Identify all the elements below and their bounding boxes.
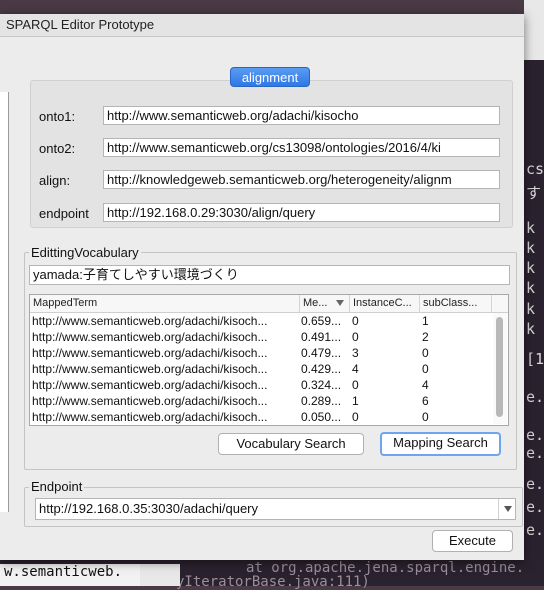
column-header-instancecount[interactable]: InstanceC...: [350, 295, 420, 312]
alignment-endpoint-label: endpoint: [39, 206, 89, 221]
table-cell: 0.289...: [301, 394, 342, 408]
background-window-top: [524, 0, 544, 60]
align-field[interactable]: http://knowledgeweb.semanticweb.org/hete…: [103, 170, 500, 189]
table-cell: 2: [422, 330, 429, 344]
table-cell: 0: [352, 378, 359, 392]
table-cell: 4: [352, 362, 359, 376]
table-cell: 0.659...: [301, 314, 342, 328]
onto1-field[interactable]: http://www.semanticweb.org/adachi/kisoch…: [103, 106, 500, 125]
background-terminal-line: k: [526, 320, 536, 338]
endpoint-group-title: Endpoint: [29, 479, 85, 494]
background-terminal-line: cs: [526, 160, 544, 178]
table-cell: 0: [422, 410, 429, 424]
table-cell: 1: [422, 314, 429, 328]
table-cell: 0.491...: [301, 330, 342, 344]
table-scrollbar-thumb[interactable]: [496, 317, 503, 417]
chevron-down-icon[interactable]: [504, 506, 512, 512]
background-terminal-line: k: [526, 239, 536, 257]
table-cell: 0.479...: [301, 346, 342, 360]
mapping-search-button[interactable]: Mapping Search: [380, 432, 501, 456]
align-label: align:: [39, 173, 71, 188]
column-header-subclass[interactable]: subClass...: [420, 295, 492, 312]
background-terminal-line: e.: [526, 444, 544, 462]
table-cell: 4: [422, 378, 429, 392]
table-row[interactable]: http://www.semanticweb.org/adachi/kisoch…: [30, 313, 492, 329]
mapped-terms-table: MappedTerm Me... InstanceC... subClass..…: [29, 294, 509, 426]
execute-button[interactable]: Execute: [432, 530, 513, 552]
table-cell: 0.050...: [301, 410, 342, 424]
table-header: MappedTerm Me... InstanceC... subClass..…: [30, 295, 508, 313]
background-terminal-line: e.: [526, 498, 544, 516]
table-cell: 0: [422, 346, 429, 360]
background-terminal-line: e.: [526, 521, 544, 539]
onto2-field[interactable]: http://www.semanticweb.org/cs13098/ontol…: [103, 138, 500, 157]
table-cell: 0: [352, 410, 359, 424]
onto1-label: onto1:: [39, 109, 76, 124]
table-row[interactable]: http://www.semanticweb.org/adachi/kisoch…: [30, 329, 492, 345]
table-cell: 3: [352, 346, 359, 360]
background-terminal-line: k: [526, 259, 536, 277]
table-cell: http://www.semanticweb.org/adachi/kisoch…: [32, 378, 268, 392]
sort-descending-icon: [336, 300, 344, 306]
title-bar[interactable]: SPARQL Editor Prototype: [0, 14, 524, 37]
background-terminal-line: e.: [526, 388, 544, 406]
background-terminal-line: k: [526, 219, 536, 237]
table-cell: 0.429...: [301, 362, 342, 376]
vocabulary-term-field[interactable]: yamada:子育てしやすい環境づくり: [29, 265, 510, 285]
background-log-line: yIteratorBase.java:111): [176, 574, 370, 590]
onto2-label: onto2:: [39, 141, 76, 156]
table-cell: http://www.semanticweb.org/adachi/kisoch…: [32, 362, 268, 376]
select-divider: [498, 499, 499, 519]
alignment-tab[interactable]: alignment: [230, 67, 310, 87]
background-terminal-line: す: [526, 184, 542, 202]
alignment-endpoint-field[interactable]: http://192.168.0.29:3030/align/query: [103, 203, 500, 222]
background-terminal-line: k: [526, 279, 536, 297]
table-cell: http://www.semanticweb.org/adachi/kisoch…: [32, 394, 268, 408]
background-panel: [140, 564, 180, 586]
table-row[interactable]: http://www.semanticweb.org/adachi/kisoch…: [30, 377, 492, 393]
table-row[interactable]: http://www.semanticweb.org/adachi/kisoch…: [30, 345, 492, 361]
table-cell: 0: [422, 362, 429, 376]
table-cell: 6: [422, 394, 429, 408]
table-cell: 0: [352, 330, 359, 344]
table-cell: 0.324...: [301, 378, 342, 392]
background-terminal-line: [1: [526, 350, 544, 368]
table-row[interactable]: http://www.semanticweb.org/adachi/kisoch…: [30, 409, 492, 425]
table-cell: http://www.semanticweb.org/adachi/kisoch…: [32, 314, 268, 328]
window-title: SPARQL Editor Prototype: [6, 17, 155, 32]
table-cell: 0: [352, 314, 359, 328]
table-body: http://www.semanticweb.org/adachi/kisoch…: [30, 313, 492, 425]
editing-vocabulary-title: EdittingVocabulary: [29, 245, 141, 260]
table-cell: 1: [352, 394, 359, 408]
column-header-mappedterm[interactable]: MappedTerm: [30, 295, 300, 312]
table-row[interactable]: http://www.semanticweb.org/adachi/kisoch…: [30, 361, 492, 377]
background-terminal-line: k: [526, 300, 536, 318]
vocabulary-search-button[interactable]: Vocabulary Search: [218, 433, 364, 455]
background-text-snippet: w.semanticweb.: [0, 564, 140, 586]
endpoint-select[interactable]: http://192.168.0.35:3030/adachi/query: [35, 498, 516, 520]
background-terminal-line: e.: [526, 475, 544, 493]
left-panel: [0, 92, 9, 512]
background-terminal-line: e.: [526, 426, 544, 444]
table-cell: http://www.semanticweb.org/adachi/kisoch…: [32, 410, 268, 424]
table-cell: http://www.semanticweb.org/adachi/kisoch…: [32, 346, 268, 360]
table-row[interactable]: http://www.semanticweb.org/adachi/kisoch…: [30, 393, 492, 409]
table-cell: http://www.semanticweb.org/adachi/kisoch…: [32, 330, 268, 344]
